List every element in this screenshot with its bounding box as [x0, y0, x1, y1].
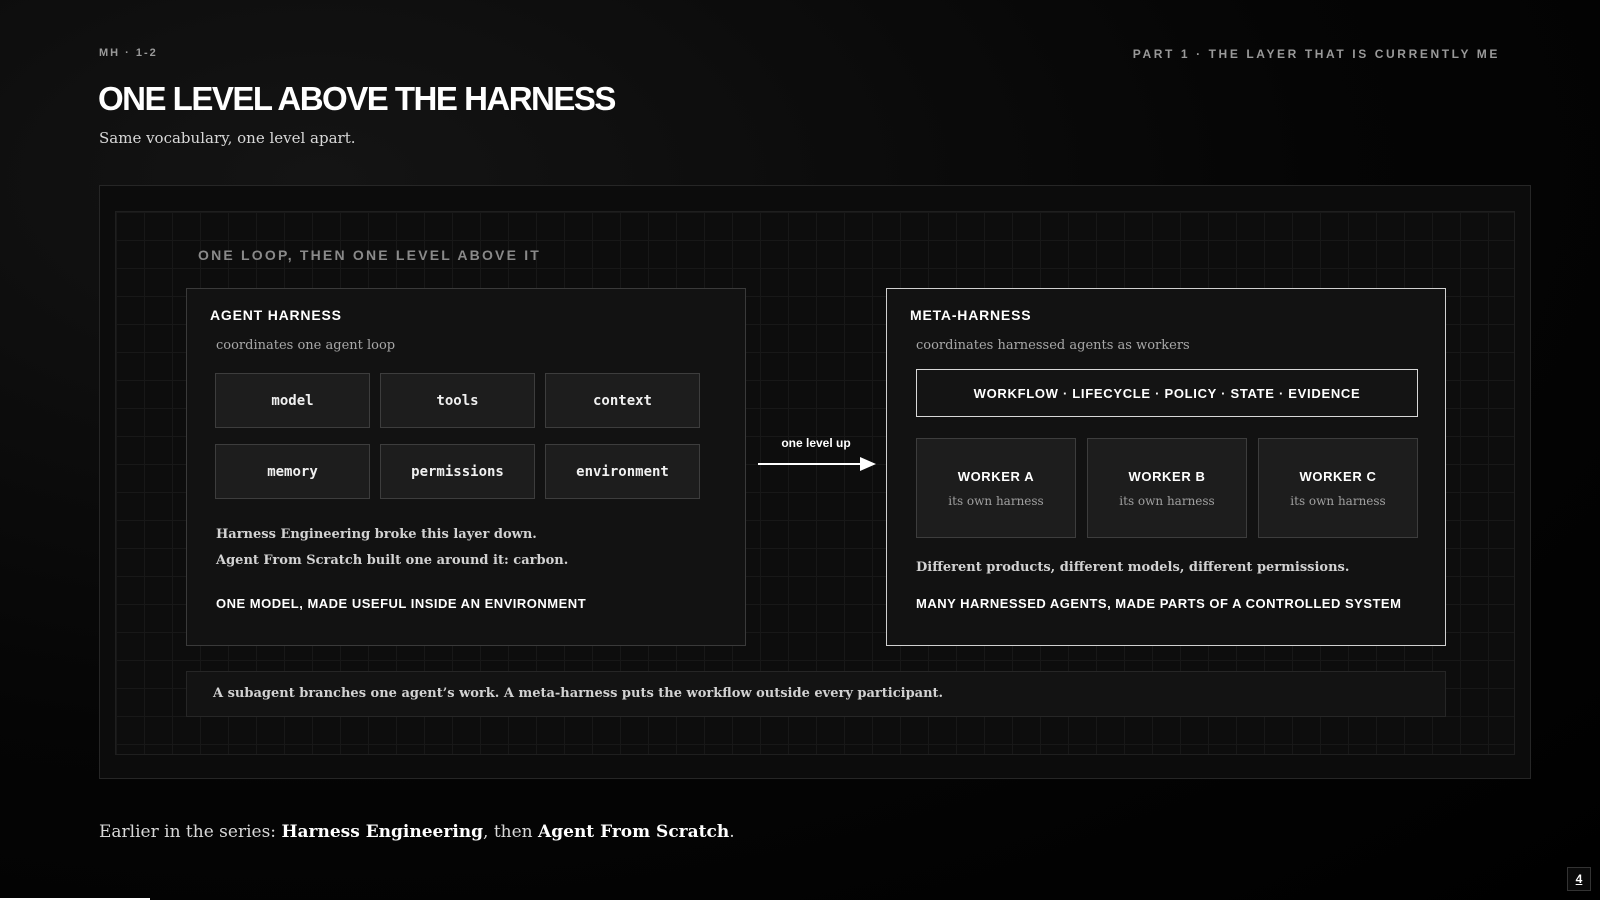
worker-a-name: WORKER A	[957, 469, 1035, 484]
page-subtitle: Same vocabulary, one level apart.	[99, 129, 356, 147]
series-footer: Earlier in the series: Harness Engineeri…	[99, 822, 735, 842]
chip-memory: memory	[215, 444, 370, 499]
meta-harness-line-1: Different products, different models, di…	[916, 560, 1350, 575]
worker-c-sub: its own harness	[1290, 494, 1386, 508]
worker-b-sub: its own harness	[1119, 494, 1215, 508]
footer-prefix: Earlier in the series:	[99, 822, 282, 842]
note-text: A subagent branches one agent’s work. A …	[213, 686, 944, 701]
chip-tools: tools	[380, 373, 535, 428]
chip-context: context	[545, 373, 700, 428]
footer-suffix: .	[729, 822, 735, 842]
footer-link-agent-from-scratch[interactable]: Agent From Scratch	[538, 822, 729, 842]
diagram-heading: ONE LOOP, THEN ONE LEVEL ABOVE IT	[198, 247, 542, 263]
agent-harness-line-1: Harness Engineering broke this layer dow…	[216, 527, 537, 542]
meta-harness-tagline: MANY HARNESSED AGENTS, MADE PARTS OF A C…	[916, 596, 1402, 611]
page-number[interactable]: 4	[1567, 867, 1591, 891]
footer-middle: , then	[483, 822, 539, 842]
chip-permissions: permissions	[380, 444, 535, 499]
worker-b: WORKER B its own harness	[1087, 438, 1247, 538]
diagram-panel: ONE LOOP, THEN ONE LEVEL ABOVE IT AGENT …	[99, 185, 1531, 779]
part-label: PART 1 · THE LAYER THAT IS CURRENTLY ME	[1132, 47, 1500, 61]
note-bar: A subagent branches one agent’s work. A …	[186, 671, 1446, 717]
chip-environment: environment	[545, 444, 700, 499]
worker-c: WORKER C its own harness	[1258, 438, 1418, 538]
arrow-label: one level up	[781, 436, 851, 450]
worker-b-name: WORKER B	[1128, 469, 1206, 484]
meta-harness-title: META-HARNESS	[910, 307, 1032, 323]
worker-a: WORKER A its own harness	[916, 438, 1076, 538]
footer-link-harness-engineering[interactable]: Harness Engineering	[281, 822, 483, 842]
worker-a-sub: its own harness	[948, 494, 1044, 508]
agent-harness-title: AGENT HARNESS	[210, 307, 342, 323]
right-arrow-icon	[758, 457, 876, 471]
worker-c-name: WORKER C	[1299, 469, 1377, 484]
agent-harness-box: AGENT HARNESS coordinates one agent loop…	[186, 288, 746, 646]
agent-harness-subtitle: coordinates one agent loop	[216, 338, 396, 353]
agent-harness-tagline: ONE MODEL, MADE USEFUL INSIDE AN ENVIRON…	[216, 596, 587, 611]
meta-harness-subtitle: coordinates harnessed agents as workers	[916, 338, 1190, 353]
workflow-bar: WORKFLOW · LIFECYCLE · POLICY · STATE · …	[916, 369, 1418, 417]
page-title: ONE LEVEL ABOVE THE HARNESS	[98, 80, 616, 117]
diagram-grid: ONE LOOP, THEN ONE LEVEL ABOVE IT AGENT …	[115, 211, 1515, 755]
meta-harness-box: META-HARNESS coordinates harnessed agent…	[886, 288, 1446, 646]
chip-model: model	[215, 373, 370, 428]
agent-harness-line-2: Agent From Scratch built one around it: …	[216, 553, 569, 568]
slide-code: MH · 1-2	[99, 47, 158, 59]
